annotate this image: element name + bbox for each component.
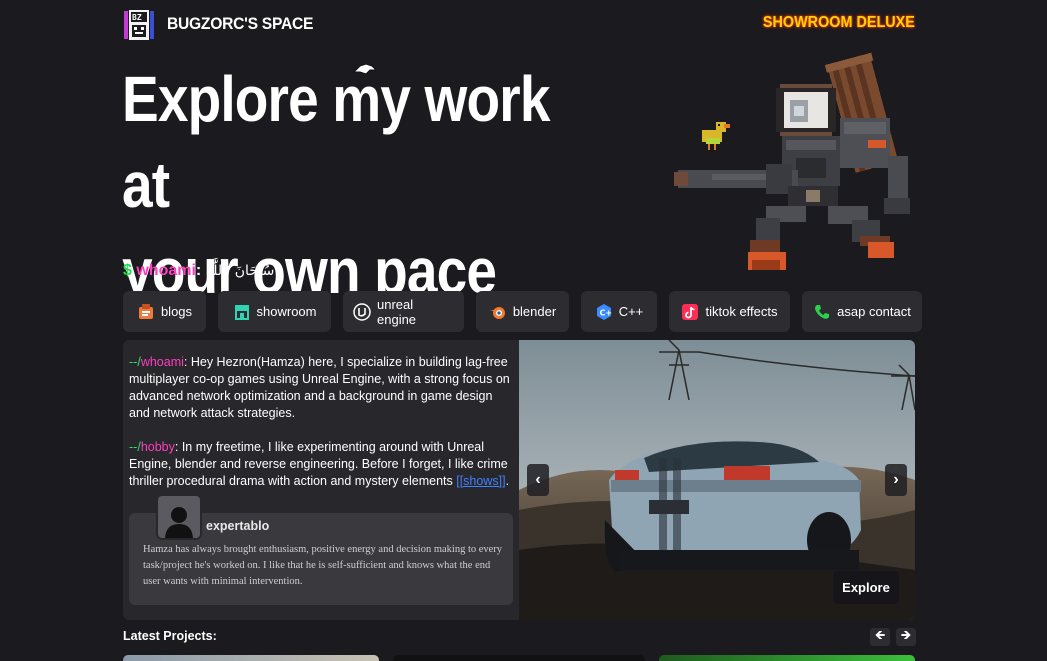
nav-tiktok-effects-label: tiktok effects [705, 304, 778, 319]
svg-text:BZ: BZ [132, 13, 142, 22]
carousel-prev-button[interactable]: ‹ [527, 464, 549, 496]
blog-icon [137, 303, 155, 321]
cpp-icon: C+ [595, 303, 613, 321]
nav-tiktok-effects-button[interactable]: tiktok effects [669, 291, 790, 332]
nav-showroom-label: showroom [256, 304, 317, 319]
nav-asap-contact-label: asap contact [837, 304, 911, 319]
nav-showroom-button[interactable]: showroom [218, 291, 331, 332]
blender-icon [489, 303, 507, 321]
bio-whoami-text: : Hey Hezron(Hamza) here, I specialize i… [129, 355, 510, 420]
prompt-symbol: $ [123, 262, 132, 279]
showroom-deluxe-badge[interactable]: SHOWROOM DELUXE [763, 14, 915, 32]
pixel-robot-illustration [672, 48, 917, 288]
bio-hobby-tag: hobby [140, 440, 175, 454]
bio-hobby-text: : In my freetime, I like experimenting a… [129, 440, 508, 488]
nav-blogs-label: blogs [160, 304, 193, 319]
shows-link[interactable]: [[shows]] [456, 474, 505, 488]
site-logo[interactable]: BZ [122, 8, 156, 42]
project-carousel: ‹ › Explore [519, 340, 915, 620]
nav-cpp-button[interactable]: C+ C++ [581, 291, 657, 332]
phone-icon [813, 303, 831, 321]
svg-text:C+: C+ [599, 308, 612, 317]
projects-next-button[interactable]: 🡺 [896, 627, 916, 646]
whoami-value: سُبْحَانَ ٱللَّٰهِ [205, 263, 275, 279]
storefront-icon [233, 303, 251, 321]
project-thumbnails [123, 655, 915, 661]
bio-period: . [505, 474, 510, 488]
hero-line-1: Explore my work at [122, 63, 550, 221]
project-thumbnail[interactable] [123, 655, 379, 661]
bio-text: --/whoami: Hey Hezron(Hamza) here, I spe… [129, 354, 513, 507]
nav-blender-label: blender [512, 304, 557, 319]
nav-bar: blogs showroom unreal engine blender C+ … [123, 291, 922, 332]
bio-prefix: --/ [129, 440, 141, 454]
bio-prefix: --/ [129, 355, 141, 369]
latest-projects-title: Latest Projects: [123, 629, 217, 643]
site-title[interactable]: BUGZORC'S SPACE [167, 14, 313, 34]
unreal-engine-icon [353, 302, 371, 321]
whoami-command: whoami [136, 262, 196, 279]
avatar [156, 494, 202, 540]
whoami-line: $ whoami: سُبْحَانَ ٱللَّٰهِ [123, 262, 274, 280]
bio-whoami-paragraph: --/whoami: Hey Hezron(Hamza) here, I spe… [129, 354, 513, 422]
projects-pager: 🡸 🡺 [870, 627, 916, 646]
nav-unreal-engine-button[interactable]: unreal engine [343, 291, 464, 332]
nav-blogs-button[interactable]: blogs [123, 291, 206, 332]
whoami-separator: : [195, 262, 202, 279]
carousel-next-button[interactable]: › [885, 464, 907, 496]
testimonial-text: Hamza has always brought enthusiasm, pos… [143, 544, 503, 587]
explore-button[interactable]: Explore [833, 571, 899, 604]
bio-whoami-tag: whoami [140, 355, 184, 369]
projects-prev-button[interactable]: 🡸 [870, 627, 890, 646]
project-thumbnail[interactable] [393, 655, 645, 661]
about-panel: --/whoami: Hey Hezron(Hamza) here, I spe… [123, 340, 915, 620]
bio-hobby-paragraph: --/hobby: In my freetime, I like experim… [129, 439, 513, 490]
testimonial-author: expertablo [206, 519, 270, 533]
project-thumbnail[interactable] [659, 655, 915, 661]
user-silhouette-icon [165, 507, 193, 538]
nav-blender-button[interactable]: blender [476, 291, 569, 332]
tiktok-icon [681, 303, 699, 321]
nav-asap-contact-button[interactable]: asap contact [802, 291, 922, 332]
nav-unreal-engine-label: unreal engine [377, 296, 417, 327]
bird-cursor-icon [352, 60, 378, 78]
nav-cpp-label: C++ [618, 304, 644, 319]
